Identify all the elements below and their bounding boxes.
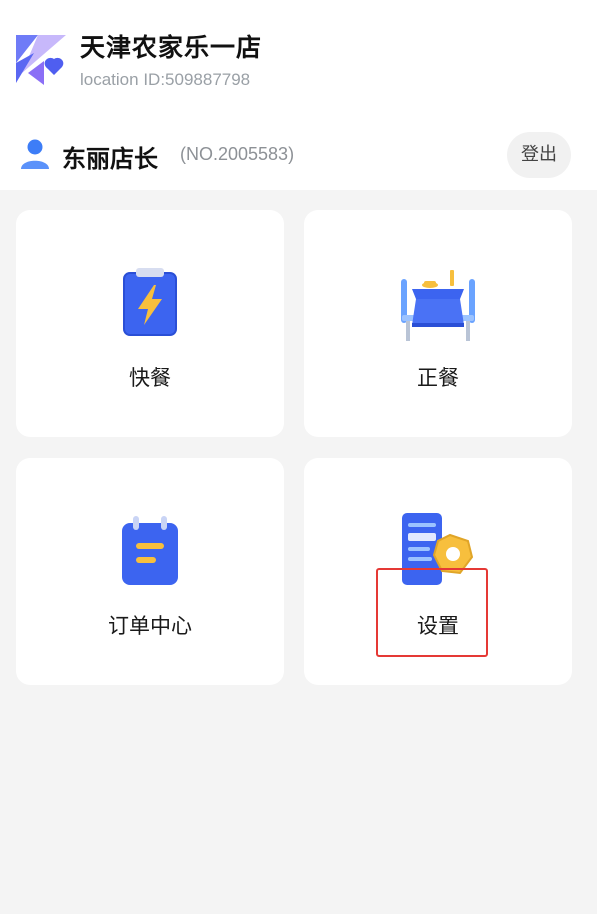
order-list-icon <box>122 516 178 585</box>
dining-table-icon <box>401 270 475 341</box>
menu-card-fast-food[interactable]: 快餐 <box>16 210 284 437</box>
menu-card-order-center[interactable]: 订单中心 <box>16 458 284 685</box>
lightning-clipboard-icon <box>123 268 177 336</box>
store-logo-icon <box>16 35 66 85</box>
user-name: 东丽店长 <box>62 145 158 173</box>
menu-card-label: 正餐 <box>417 366 459 390</box>
logout-button[interactable]: 登出 <box>507 132 571 178</box>
menu-card-settings[interactable]: 设置 <box>304 458 572 685</box>
menu-card-label: 快餐 <box>129 366 171 390</box>
user-number: (NO.2005583) <box>180 144 295 164</box>
menu-card-label: 设置 <box>417 614 459 638</box>
header: 天津农家乐一店 location ID:509887798 东丽店长 (NO.2… <box>0 0 597 190</box>
menu-card-dine-in[interactable]: 正餐 <box>304 210 572 437</box>
store-location-id: location ID:509887798 <box>80 70 251 89</box>
menu-card-label: 订单中心 <box>108 614 192 638</box>
settings-phone-gear-icon <box>402 513 474 585</box>
user-icon <box>21 139 49 169</box>
store-name: 天津农家乐一店 <box>80 33 263 62</box>
